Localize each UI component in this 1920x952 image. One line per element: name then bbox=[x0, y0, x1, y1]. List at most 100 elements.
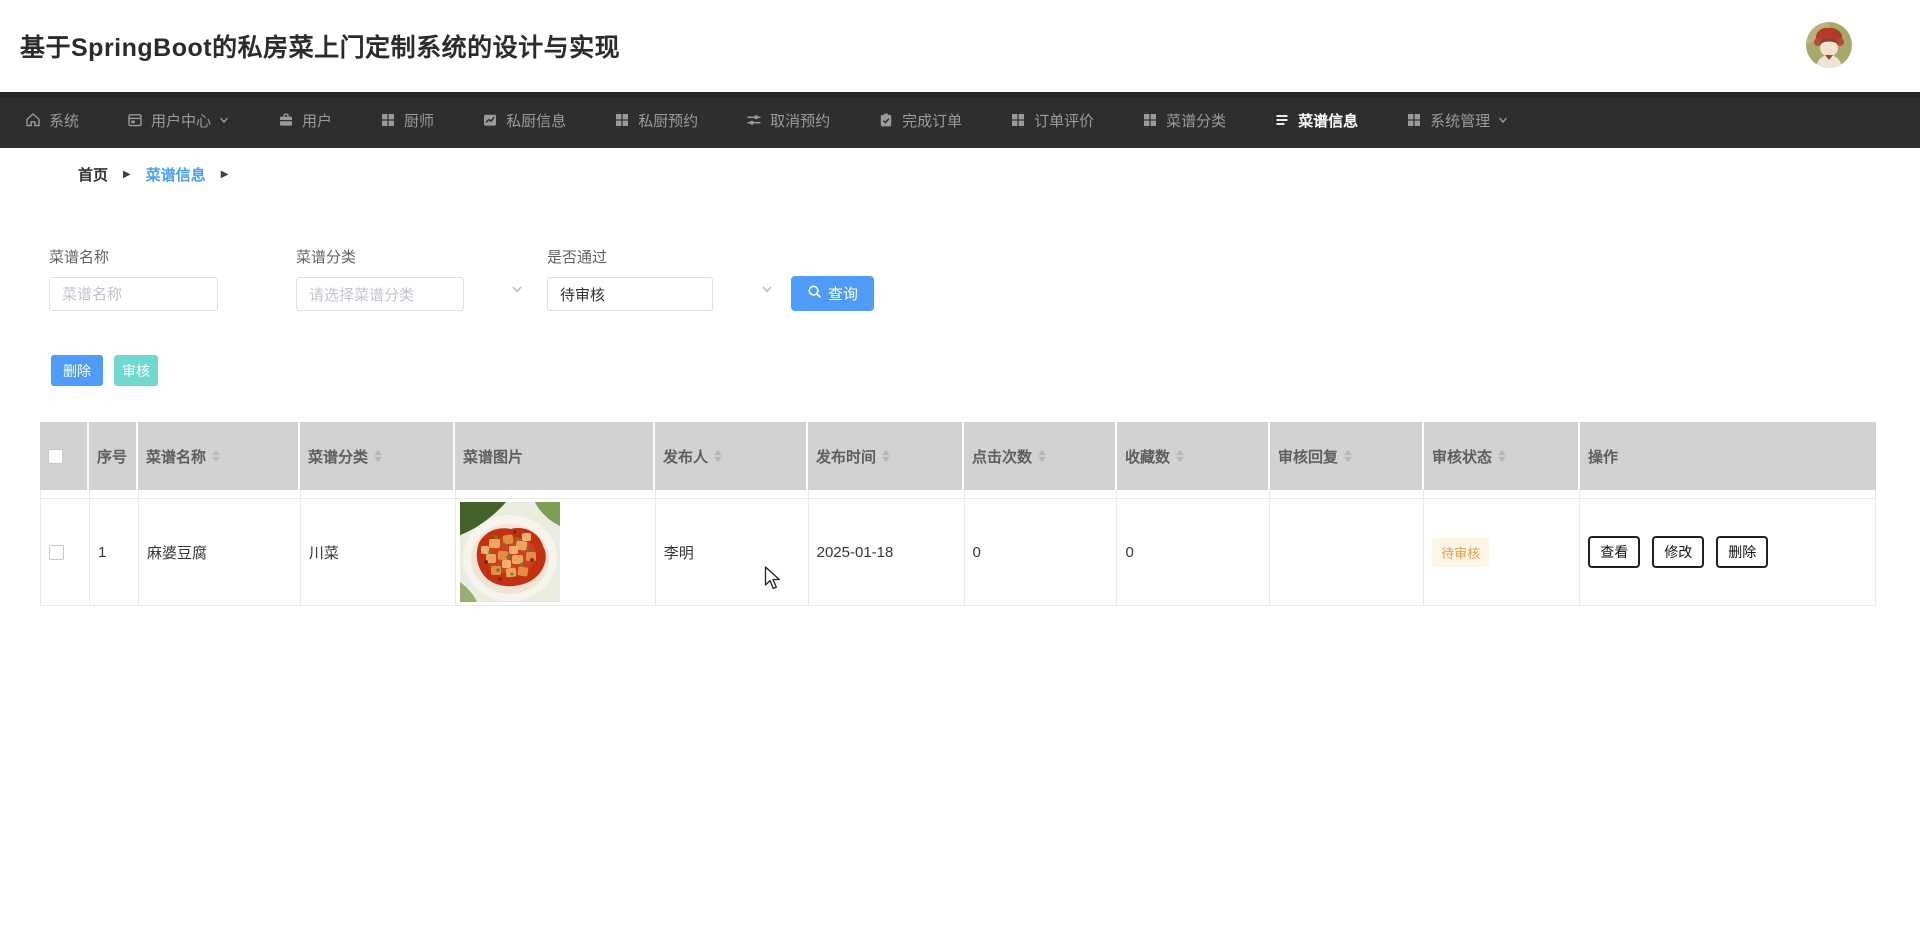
search-button[interactable]: 查询 bbox=[791, 276, 874, 311]
nav-item-label: 厨师 bbox=[404, 110, 434, 131]
table-toolbar: 删除 审核 bbox=[51, 355, 158, 386]
nav-item-private-kitchen-booking[interactable]: 私厨预约 bbox=[614, 92, 698, 148]
chevron-down-icon bbox=[1497, 114, 1509, 126]
chevron-down-icon[interactable] bbox=[510, 282, 524, 301]
sort-control[interactable] bbox=[1344, 450, 1352, 462]
nav-item-cancel-booking[interactable]: 取消预约 bbox=[746, 92, 830, 148]
recipe-category-select[interactable]: 请选择菜谱分类 bbox=[296, 277, 464, 311]
avatar-image bbox=[1806, 22, 1852, 68]
row-checkbox-cell bbox=[41, 499, 90, 605]
row-clicks-cell: 0 bbox=[965, 499, 1118, 605]
sort-control[interactable] bbox=[1176, 450, 1184, 462]
row-image-cell bbox=[456, 499, 656, 605]
sort-control[interactable] bbox=[212, 450, 220, 462]
nav-item-users[interactable]: 用户 bbox=[278, 92, 332, 148]
recipe-image bbox=[460, 502, 560, 602]
column-header-publisher: 发布人 bbox=[655, 422, 808, 490]
column-header-category: 菜谱分类 bbox=[300, 422, 455, 490]
main-nav: 系统 用户中心 用户 厨师 私厨信 bbox=[0, 92, 1920, 148]
search-icon bbox=[807, 284, 822, 303]
sliders-icon bbox=[746, 112, 762, 128]
header-checkbox-cell bbox=[40, 422, 89, 490]
row-audit-reply-cell bbox=[1270, 499, 1424, 605]
nav-item-label: 系统管理 bbox=[1430, 110, 1490, 131]
chevron-down-icon[interactable] bbox=[760, 282, 774, 301]
nav-item-label: 菜谱信息 bbox=[1298, 110, 1358, 131]
breadcrumb-current-link[interactable]: 菜谱信息 bbox=[146, 164, 206, 185]
sort-control[interactable] bbox=[374, 450, 382, 462]
sort-control[interactable] bbox=[1498, 450, 1506, 462]
edit-button[interactable]: 修改 bbox=[1652, 536, 1704, 568]
breadcrumb-arrow-icon: ▶ bbox=[123, 169, 131, 180]
column-header-index: 序号 bbox=[89, 422, 138, 490]
nav-item-order-reviews[interactable]: 订单评价 bbox=[1010, 92, 1094, 148]
column-header-name: 菜谱名称 bbox=[138, 422, 300, 490]
column-header-publish-time: 发布时间 bbox=[808, 422, 964, 490]
nav-item-label: 完成订单 bbox=[902, 110, 962, 131]
search-button-label: 查询 bbox=[828, 283, 858, 304]
grid-icon bbox=[380, 112, 396, 128]
recipe-table: 序号 菜谱名称 菜谱分类 菜谱图片 发布人 发布时间 点击次数 bbox=[40, 422, 1876, 606]
grid-icon bbox=[1142, 112, 1158, 128]
nav-item-label: 取消预约 bbox=[770, 110, 830, 131]
sort-control[interactable] bbox=[882, 450, 890, 462]
filter-bar: 菜谱名称 菜谱分类 请选择菜谱分类 是否通过 待审核 查询 bbox=[49, 246, 874, 311]
nav-item-recipe-info[interactable]: 菜谱信息 bbox=[1274, 92, 1358, 148]
breadcrumb: 首页 ▶ 菜谱信息 ▶ bbox=[0, 148, 1920, 200]
grid-icon bbox=[614, 112, 630, 128]
recipe-name-label: 菜谱名称 bbox=[49, 246, 218, 267]
column-header-actions: 操作 bbox=[1580, 422, 1876, 490]
audit-pass-filter-group: 是否通过 待审核 bbox=[547, 246, 713, 311]
nav-item-user-center[interactable]: 用户中心 bbox=[127, 92, 230, 148]
recipe-category-filter-group: 菜谱分类 请选择菜谱分类 bbox=[296, 246, 464, 311]
row-publisher-cell: 李明 bbox=[656, 499, 809, 605]
breadcrumb-home-link[interactable]: 首页 bbox=[78, 164, 108, 185]
nav-item-chefs[interactable]: 厨师 bbox=[380, 92, 434, 148]
row-audit-status-cell: 待审核 bbox=[1424, 499, 1580, 605]
recipe-name-filter-group: 菜谱名称 bbox=[49, 246, 218, 311]
nav-item-label: 私厨信息 bbox=[506, 110, 566, 131]
panel-icon bbox=[127, 112, 143, 128]
recipe-category-label: 菜谱分类 bbox=[296, 246, 464, 267]
chevron-down-icon bbox=[218, 114, 230, 126]
nav-item-recipe-categories[interactable]: 菜谱分类 bbox=[1142, 92, 1226, 148]
nav-item-private-kitchen-info[interactable]: 私厨信息 bbox=[482, 92, 566, 148]
table-header-spacer bbox=[40, 490, 1876, 498]
batch-audit-button[interactable]: 审核 bbox=[114, 355, 158, 386]
table-header-row: 序号 菜谱名称 菜谱分类 菜谱图片 发布人 发布时间 点击次数 bbox=[40, 422, 1876, 490]
row-favorites-cell: 0 bbox=[1117, 499, 1270, 605]
user-avatar[interactable] bbox=[1806, 22, 1852, 68]
batch-delete-button[interactable]: 删除 bbox=[51, 355, 103, 386]
row-checkbox[interactable] bbox=[49, 545, 64, 560]
view-button[interactable]: 查看 bbox=[1588, 536, 1640, 568]
row-publish-time-cell: 2025-01-18 bbox=[809, 499, 965, 605]
column-header-favorites: 收藏数 bbox=[1117, 422, 1270, 490]
briefcase-icon bbox=[278, 112, 294, 128]
audit-pass-select[interactable]: 待审核 bbox=[547, 277, 713, 311]
select-all-checkbox[interactable] bbox=[48, 449, 63, 464]
sort-control[interactable] bbox=[714, 450, 722, 462]
sort-control[interactable] bbox=[1038, 450, 1046, 462]
column-header-audit-status: 审核状态 bbox=[1424, 422, 1580, 490]
nav-item-label: 用户 bbox=[302, 110, 332, 131]
nav-item-system-management[interactable]: 系统管理 bbox=[1406, 92, 1509, 148]
delete-button[interactable]: 删除 bbox=[1716, 536, 1768, 568]
grid-icon bbox=[1010, 112, 1026, 128]
page-title: 基于SpringBoot的私房菜上门定制系统的设计与实现 bbox=[20, 28, 620, 64]
column-header-audit-reply: 审核回复 bbox=[1270, 422, 1424, 490]
table-row: 1 麻婆豆腐 川菜 bbox=[40, 498, 1876, 606]
list-icon bbox=[1274, 112, 1290, 128]
status-badge: 待审核 bbox=[1432, 538, 1489, 567]
nav-item-system[interactable]: 系统 bbox=[25, 92, 79, 148]
page: 基于SpringBoot的私房菜上门定制系统的设计与实现 系统 bbox=[0, 0, 1920, 952]
nav-item-label: 菜谱分类 bbox=[1166, 110, 1226, 131]
nav-item-label: 用户中心 bbox=[151, 110, 211, 131]
chart-icon bbox=[482, 112, 498, 128]
column-header-clicks: 点击次数 bbox=[964, 422, 1117, 490]
nav-item-label: 私厨预约 bbox=[638, 110, 698, 131]
nav-item-completed-orders[interactable]: 完成订单 bbox=[878, 92, 962, 148]
clipboard-check-icon bbox=[878, 112, 894, 128]
home-icon bbox=[25, 112, 41, 128]
audit-pass-label: 是否通过 bbox=[547, 246, 713, 267]
recipe-name-input[interactable] bbox=[49, 277, 218, 311]
